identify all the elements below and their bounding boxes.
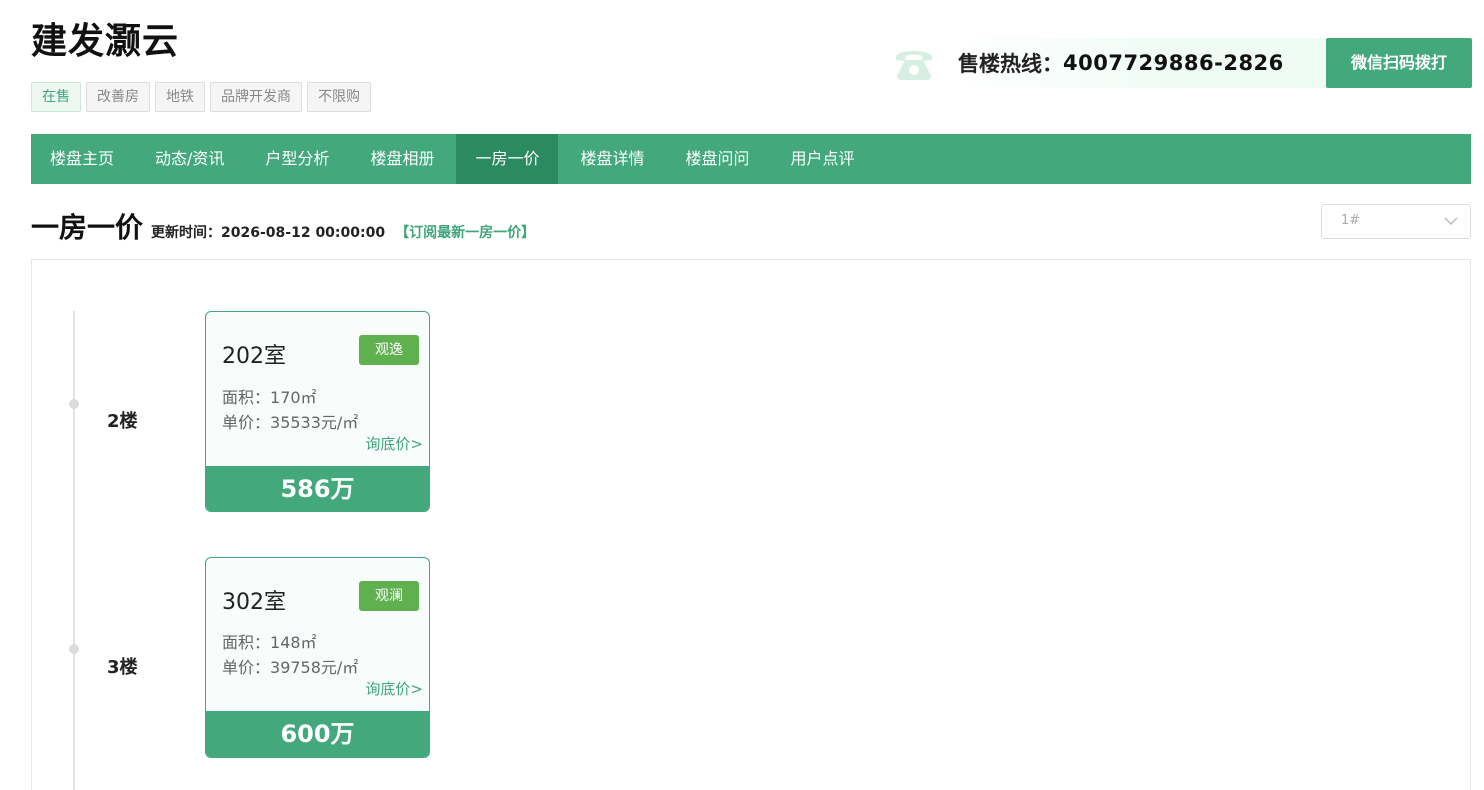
price-line: 单价：39758元/㎡ [222,654,358,678]
floor-label: 2楼 [107,411,138,432]
total-price: 586万 [206,466,429,511]
nav-qa[interactable]: 楼盘问问 [666,134,768,184]
nav-unit-prices[interactable]: 一房一价 [456,134,559,184]
timeline-dot [69,644,79,654]
building-select-value: 1# [1341,213,1361,228]
nav-album[interactable]: 楼盘相册 [351,134,453,184]
price-label: 单价： [222,658,271,677]
tag-no-purchase-limit: 不限购 [307,82,371,112]
hotline-number[interactable]: 4007729886-2826 [1063,51,1284,75]
tag-metro: 地铁 [155,82,205,112]
phone-icon [896,51,932,80]
area-label: 面积： [222,388,271,407]
unit-price-value: 39758元/㎡ [270,658,359,677]
nav-layouts[interactable]: 户型分析 [246,134,348,184]
hotline-label: 售楼热线： [958,52,1063,76]
tag-list: 在售 改善房 地铁 品牌开发商 不限购 [31,82,371,112]
building-select[interactable]: 1# [1321,204,1471,239]
section-header: 一房一价 更新时间： 2026-08-12 00:00:00 【订阅最新一房一价… [31,206,535,246]
update-label: 更新时间： [151,225,222,241]
room-number: 202室 [222,344,286,369]
tag-on-sale: 在售 [31,82,81,112]
nav-details[interactable]: 楼盘详情 [561,134,663,184]
tag-brand-developer: 品牌开发商 [210,82,302,112]
area-value: 148㎡ [270,633,317,652]
price-line: 单价：35533元/㎡ [222,409,358,433]
section-title: 一房一价 [31,211,144,244]
hotline-box: 售楼热线： 4007729886-2826 [956,38,1326,88]
update-time: 2026-08-12 00:00:00 [221,225,386,241]
main-nav: 楼盘主页 动态/资讯 户型分析 楼盘相册 一房一价 楼盘详情 楼盘问问 用户点评 [31,134,1471,184]
unit-badge: 观澜 [359,581,419,611]
floor-label: 3楼 [107,657,138,678]
nav-news[interactable]: 动态/资讯 [136,134,243,184]
chevron-down-icon [1444,217,1458,225]
nav-home[interactable]: 楼盘主页 [31,134,133,184]
wechat-scan-call-button[interactable]: 微信扫码拨打 [1326,38,1472,88]
area-line: 面积：148㎡ [222,629,317,653]
unit-price-value: 35533元/㎡ [270,413,359,432]
hotline: 售楼热线： 4007729886-2826 [892,38,1326,88]
total-price: 600万 [206,711,429,757]
unit-badge: 观逸 [359,335,419,365]
subscribe-link[interactable]: 【订阅最新一房一价】 [395,222,535,242]
price-label: 单价： [222,413,271,432]
area-line: 面积：170㎡ [222,384,317,408]
nav-reviews[interactable]: 用户点评 [772,134,874,184]
room-number: 302室 [222,590,286,615]
area-value: 170㎡ [270,388,317,407]
project-title: 建发灏云 [31,21,180,62]
area-label: 面积： [222,633,271,652]
inquire-price-link[interactable]: 询底价> [365,678,423,699]
timeline-dot [69,399,79,409]
floor-timeline [73,311,75,790]
tag-upgrade: 改善房 [86,82,150,112]
unit-card[interactable]: 202室 观逸 面积：170㎡ 单价：35533元/㎡ 询底价> 586万 [205,311,430,512]
unit-card[interactable]: 302室 观澜 面积：148㎡ 单价：39758元/㎡ 询底价> 600万 [205,557,430,758]
inquire-price-link[interactable]: 询底价> [365,433,423,454]
